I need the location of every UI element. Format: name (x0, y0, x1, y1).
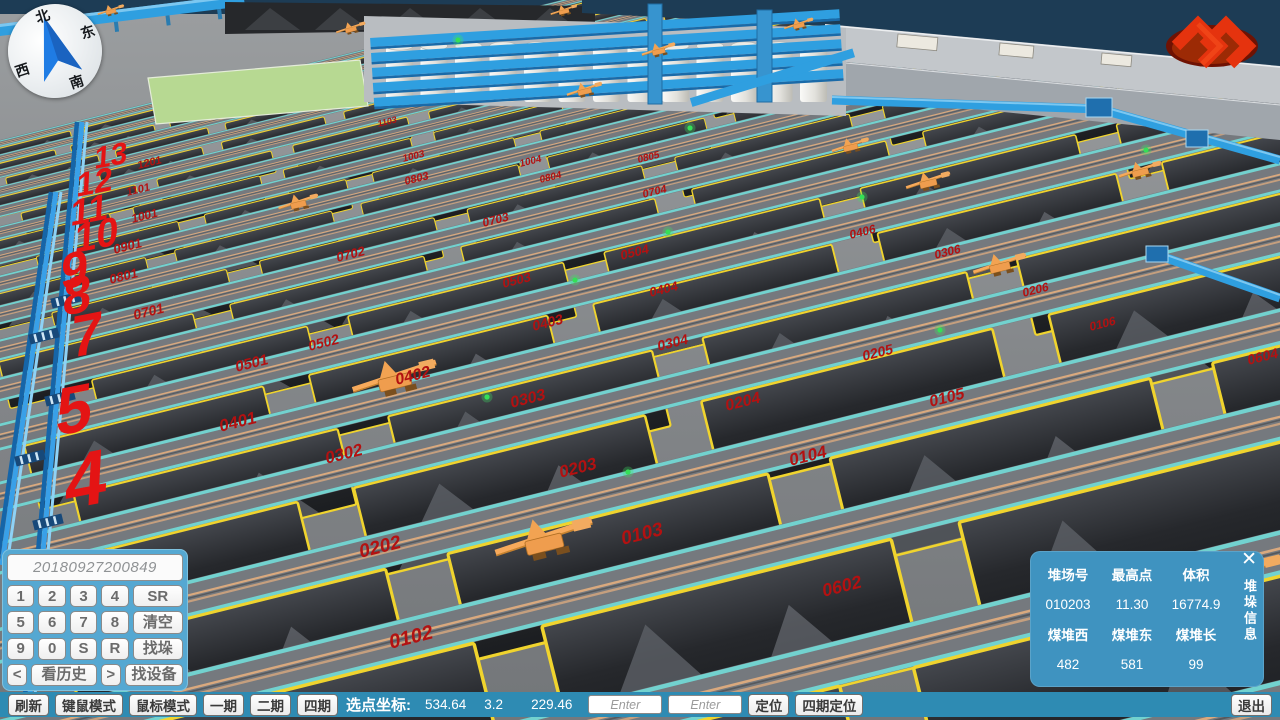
phase-2-button[interactable]: 二期 (250, 694, 291, 716)
keypad-button-SR[interactable]: SR (133, 585, 183, 607)
keypad-button-2[interactable]: 2 (38, 585, 65, 607)
status-dot (687, 125, 692, 130)
coord-y-value: 3.2 (484, 697, 503, 712)
keypad-button-<[interactable]: < (7, 664, 27, 686)
status-dot (455, 37, 460, 42)
picked-point-coords-label: 选点坐标: (346, 694, 411, 715)
timestamp-field[interactable]: 20180927200849 (7, 554, 183, 581)
keypad-button-R[interactable]: R (101, 638, 128, 660)
keypad-button-S[interactable]: S (70, 638, 97, 660)
pile-info-grid: 堆场号 最高点 体积 010203 11.30 16774.9 煤堆西 煤堆东 … (1036, 559, 1228, 679)
info-header: 煤堆西 (1036, 619, 1100, 649)
status-dot (859, 194, 864, 199)
bottom-toolbar: 刷新 键鼠模式 鼠标模式 一期 二期 四期 选点坐标: 534.64 3.2 2… (0, 692, 1280, 717)
keypad-button-0[interactable]: 0 (38, 638, 65, 660)
info-header: 堆场号 (1036, 559, 1100, 589)
phase-1-button[interactable]: 一期 (203, 694, 244, 716)
keypad-button-5[interactable]: 5 (7, 611, 34, 633)
status-dot (625, 469, 630, 474)
phase-4-locate-button[interactable]: 四期定位 (795, 694, 863, 716)
coord-input-2[interactable] (668, 695, 742, 714)
keypad-button-7[interactable]: 7 (70, 611, 97, 633)
coord-x-value: 534.64 (425, 697, 466, 712)
info-value-volume: 16774.9 (1164, 589, 1228, 619)
status-dot (937, 327, 942, 332)
conveyor-transfer-station (1186, 130, 1208, 147)
close-icon[interactable]: ✕ (1241, 550, 1257, 570)
wharf-building (1101, 53, 1132, 67)
keypad-button-3[interactable]: 3 (70, 585, 97, 607)
mouse-mode-button[interactable]: 鼠标模式 (129, 694, 197, 716)
locate-button[interactable]: 定位 (748, 694, 789, 716)
keypad-button-1[interactable]: 1 (7, 585, 34, 607)
keypad-row: <看历史>找设备 (7, 664, 183, 686)
row-number-label: 7 (69, 299, 104, 371)
info-header: 最高点 (1100, 559, 1164, 589)
info-value-west: 482 (1036, 649, 1100, 679)
info-header: 煤堆东 (1100, 619, 1164, 649)
company-logo-icon (1164, 8, 1260, 78)
exit-button[interactable]: 退出 (1231, 694, 1272, 716)
row-number-label: 4 (63, 432, 109, 527)
keyboard-mouse-mode-button[interactable]: 键鼠模式 (55, 694, 123, 716)
status-dot (1143, 147, 1148, 152)
wharf-building (999, 43, 1034, 58)
keypad-button-找设备[interactable]: 找设备 (125, 664, 183, 686)
keypad-button-看历史[interactable]: 看历史 (31, 664, 96, 686)
coord-z-value: 229.46 (531, 697, 572, 712)
conveyor-transfer-station (1146, 246, 1168, 262)
conveyor-tower (757, 10, 772, 102)
status-dot (665, 229, 670, 234)
status-dot (572, 277, 577, 282)
coord-input-1[interactable] (588, 695, 662, 714)
keypad-button-6[interactable]: 6 (38, 611, 65, 633)
keypad-button-9[interactable]: 9 (7, 638, 34, 660)
keypad-button->[interactable]: > (101, 664, 121, 686)
coal-yard-3d-app: 1201110110010901080107011103100310040805… (0, 0, 1280, 720)
conveyor-transfer-station (1086, 98, 1112, 117)
info-header: 煤堆长 (1164, 619, 1228, 649)
pile-info-side-label: 堆垛信息 (1240, 579, 1259, 681)
info-value-east: 581 (1100, 649, 1164, 679)
info-value-highest-point: 11.30 (1100, 589, 1164, 619)
keypad-row: 90SR找垛 (7, 638, 183, 660)
keypad-panel: 20180927200849 1234SR 5678清空 90SR找垛 <看历史… (2, 549, 188, 691)
refresh-button[interactable]: 刷新 (8, 694, 49, 716)
info-value-length: 99 (1164, 649, 1228, 679)
keypad-row: 1234SR (7, 585, 183, 607)
keypad-row: 5678清空 (7, 611, 183, 633)
keypad-button-找垛[interactable]: 找垛 (133, 638, 183, 660)
keypad-button-4[interactable]: 4 (101, 585, 128, 607)
info-header: 体积 (1164, 559, 1228, 589)
info-value-yard-number: 010203 (1036, 589, 1100, 619)
keypad-button-8[interactable]: 8 (101, 611, 128, 633)
phase-4-button[interactable]: 四期 (297, 694, 338, 716)
status-dot (484, 394, 489, 399)
pile-info-panel: 堆场号 最高点 体积 010203 11.30 16774.9 煤堆西 煤堆东 … (1030, 551, 1264, 687)
keypad-button-清空[interactable]: 清空 (133, 611, 183, 633)
